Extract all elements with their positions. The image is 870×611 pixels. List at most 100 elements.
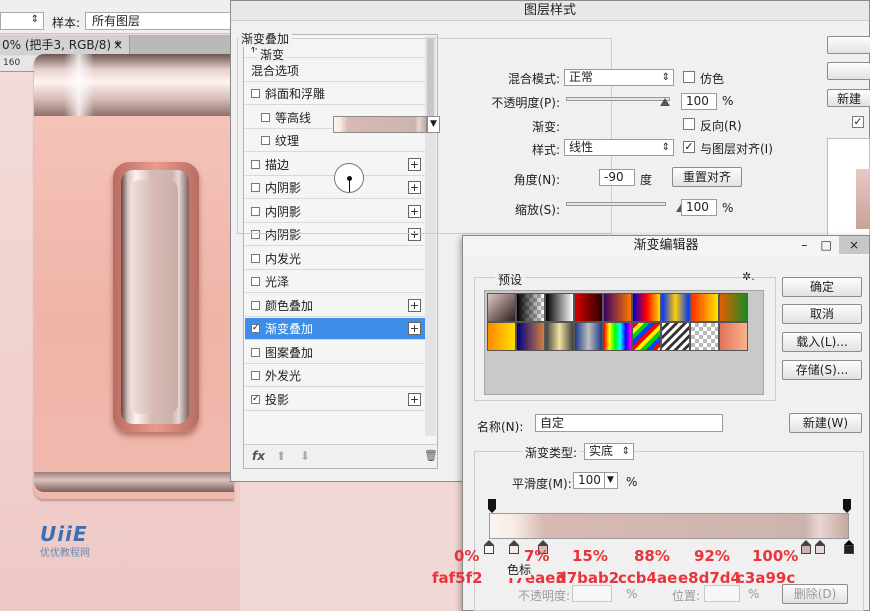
stop-location-annotation: 92% <box>694 547 730 565</box>
blend-mode-select[interactable]: 正常 ⇕ <box>564 69 674 86</box>
align-with-layer-checkbox[interactable]: ✓ <box>683 141 695 153</box>
load-button[interactable]: 载入(L)... <box>782 332 862 352</box>
preset-swatch[interactable] <box>545 293 574 322</box>
dither-checkbox[interactable] <box>683 71 695 83</box>
fx-icon[interactable]: fx <box>252 449 265 463</box>
preset-swatch[interactable] <box>574 322 603 351</box>
style-item[interactable]: ✓ 渐变叠加 + <box>245 318 425 340</box>
preset-swatch[interactable] <box>574 293 603 322</box>
scale-input[interactable]: 100 <box>681 199 717 216</box>
presets-scrollbar[interactable] <box>760 292 770 392</box>
style-item[interactable]: 图案叠加 <box>245 341 425 364</box>
color-stop[interactable] <box>844 540 854 555</box>
minimize-icon[interactable]: – <box>795 236 813 254</box>
gear-icon[interactable]: ✲. <box>742 270 755 283</box>
style-select[interactable]: 线性 ⇕ <box>564 139 674 156</box>
style-item-checkbox[interactable] <box>251 300 260 310</box>
stop-opacity-input[interactable] <box>572 585 612 602</box>
style-item-checkbox[interactable]: ✓ <box>251 324 260 333</box>
preset-swatch[interactable] <box>661 293 690 322</box>
gradient-type-select[interactable]: 实底 ⇕ <box>584 443 634 460</box>
cancel-button[interactable] <box>827 62 870 80</box>
style-item-label: 投影 <box>265 392 290 407</box>
canvas-artwork-handle-core <box>130 180 178 414</box>
style-item-checkbox[interactable] <box>251 253 260 263</box>
chevron-down-icon[interactable]: ▼ <box>604 472 618 489</box>
opacity-slider[interactable] <box>566 97 670 101</box>
angle-input[interactable]: -90 <box>599 169 635 186</box>
preset-swatch[interactable] <box>487 293 516 322</box>
opacity-stop-right[interactable] <box>843 499 851 513</box>
preset-swatch[interactable] <box>661 322 690 351</box>
preset-swatch[interactable] <box>632 322 661 351</box>
add-effect-icon[interactable]: + <box>408 298 421 312</box>
preset-swatch[interactable] <box>632 293 661 322</box>
preset-swatch[interactable] <box>719 322 748 351</box>
tool-preset-select[interactable]: ⇕ <box>0 12 44 30</box>
preset-swatch[interactable] <box>690 322 719 351</box>
name-input[interactable]: 自定 <box>535 414 723 432</box>
cancel-button[interactable]: 取消 <box>782 304 862 324</box>
blend-mode-value: 正常 <box>569 70 594 84</box>
maximize-icon[interactable]: □ <box>817 236 835 254</box>
preset-swatch[interactable] <box>516 322 545 351</box>
delete-stop-button[interactable]: 删除(D) <box>782 584 848 604</box>
opacity-stop-left[interactable] <box>488 499 496 513</box>
stop-opacity-label: 不透明度: <box>518 589 571 603</box>
style-item[interactable]: ✓ 投影 + <box>245 388 425 411</box>
close-icon[interactable]: × <box>839 236 869 254</box>
sample-select[interactable]: 所有图层 <box>85 12 235 30</box>
add-effect-icon[interactable]: + <box>408 322 421 335</box>
smoothness-input[interactable]: 100 <box>573 472 605 489</box>
color-stop-label: 色标 <box>507 561 532 578</box>
reverse-checkbox[interactable] <box>683 118 695 130</box>
style-item-checkbox[interactable] <box>251 347 260 357</box>
new-gradient-button[interactable]: 新建(W) <box>789 413 862 433</box>
canvas-artwork-bottom-band <box>34 472 234 492</box>
preset-swatch[interactable] <box>690 293 719 322</box>
opacity-percent: % <box>722 94 734 108</box>
style-item[interactable]: 内发光 <box>245 247 425 270</box>
opacity-slider-thumb[interactable] <box>660 98 670 106</box>
document-tab[interactable]: 0% (把手3, RGB/8) * × <box>0 35 130 55</box>
reset-alignment-button[interactable]: 重置对齐 <box>672 167 742 187</box>
close-icon[interactable]: × <box>113 35 123 55</box>
style-item-label: 图案叠加 <box>265 345 314 360</box>
preset-swatch[interactable] <box>603 322 632 351</box>
preset-swatch[interactable] <box>516 293 545 322</box>
preset-swatch[interactable] <box>603 293 632 322</box>
gradient-type-label: 渐变类型: <box>522 444 581 461</box>
chevron-down-icon: ⇕ <box>30 14 39 25</box>
style-preview <box>827 138 870 248</box>
color-stop[interactable] <box>815 540 826 555</box>
style-item-checkbox[interactable] <box>251 371 260 380</box>
style-item-label: 外发光 <box>265 369 302 383</box>
options-bar: ⇕ 样本: 所有图层 <box>0 0 240 34</box>
preset-swatch[interactable] <box>487 322 516 351</box>
gradient-bar[interactable] <box>489 513 849 539</box>
style-item[interactable]: 颜色叠加 + <box>245 294 425 317</box>
arrow-down-icon[interactable]: ⬇ <box>300 449 310 463</box>
new-style-button[interactable]: 新建 <box>827 89 870 107</box>
ok-button[interactable]: 确定 <box>782 277 862 297</box>
stop-location-input[interactable] <box>704 585 740 602</box>
preset-swatch[interactable] <box>545 322 574 351</box>
style-item-checkbox[interactable] <box>251 277 260 286</box>
save-button[interactable]: 存储(S)... <box>782 360 862 380</box>
angle-dial[interactable] <box>334 163 364 193</box>
style-item[interactable]: 外发光 <box>245 365 425 387</box>
preset-swatch[interactable] <box>719 293 748 322</box>
gradient-preview-swatch[interactable] <box>333 116 427 133</box>
arrow-up-icon[interactable]: ⬆ <box>276 449 286 463</box>
style-item-checkbox[interactable]: ✓ <box>251 394 260 404</box>
add-effect-icon[interactable]: + <box>408 392 421 406</box>
watermark-site: 优优教程网 <box>40 548 90 559</box>
style-item[interactable]: 光泽 <box>245 271 425 293</box>
document-tab-title: 0% (把手3, RGB/8) * <box>2 38 121 52</box>
scale-slider[interactable] <box>566 202 666 206</box>
opacity-input[interactable]: 100 <box>681 93 717 110</box>
preview-checkbox[interactable]: ✓ <box>852 116 864 128</box>
chevron-down-icon[interactable]: ▼ <box>427 116 440 133</box>
trash-icon[interactable]: 🗑 <box>424 449 438 462</box>
ok-button[interactable] <box>827 36 870 54</box>
